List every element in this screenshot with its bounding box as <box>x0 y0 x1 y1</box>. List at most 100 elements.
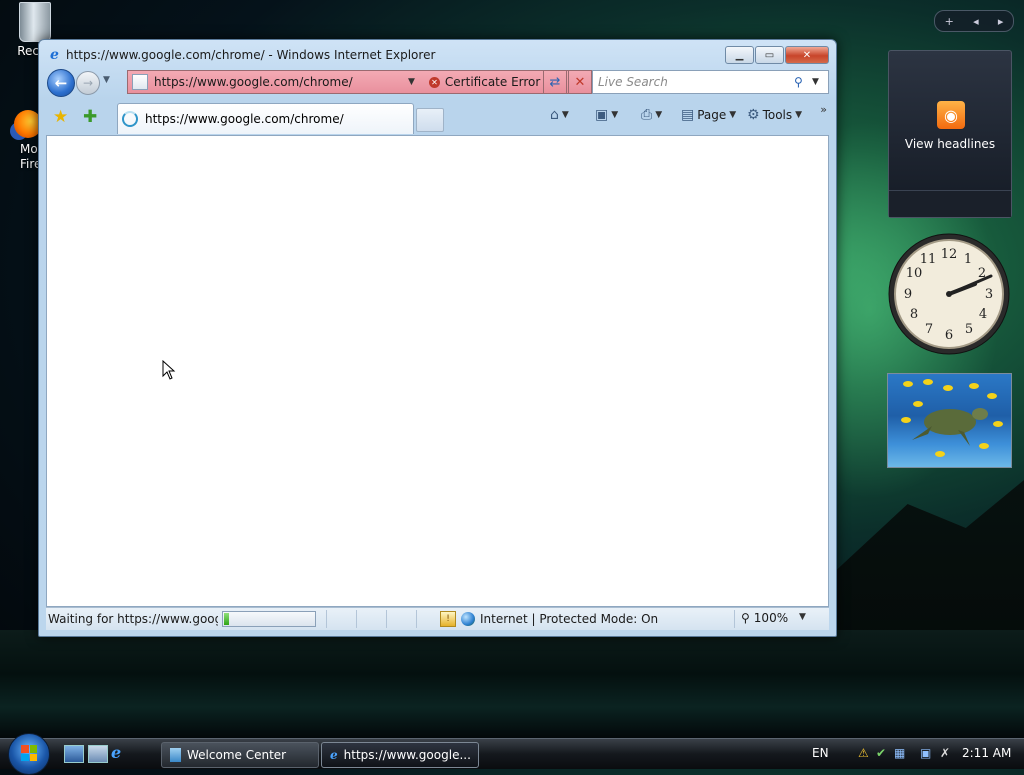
svg-text:11: 11 <box>920 252 937 267</box>
slideshow-gadget[interactable] <box>887 373 1012 468</box>
stop-button[interactable]: ✕ <box>568 70 592 94</box>
ie-window: e https://www.google.com/chrome/ - Windo… <box>38 39 837 637</box>
search-icon[interactable]: ⚲ <box>794 75 812 89</box>
network-tray-icon[interactable]: ▣ <box>920 746 931 760</box>
page-menu-label: Page <box>697 108 727 122</box>
start-button[interactable] <box>8 733 50 775</box>
search-input[interactable]: Live Search <box>593 75 794 89</box>
page-menu-button[interactable]: ▤ Page ▼ <box>681 107 736 123</box>
feed-gadget-footer <box>889 190 1011 217</box>
back-button[interactable]: ← <box>47 69 75 97</box>
address-input[interactable]: https://www.google.com/chrome/ <box>154 75 404 89</box>
new-tab-button[interactable] <box>416 108 444 132</box>
desktop-hills <box>830 480 1024 640</box>
taskbar-internet-explorer[interactable]: e https://www.google... <box>321 742 479 768</box>
tab-title: https://www.google.com/chrome/ <box>145 112 344 126</box>
sidebar-controls: + ◂ ▸ <box>934 10 1014 32</box>
desktop-lake <box>0 630 1024 740</box>
status-divider <box>386 610 387 628</box>
previous-gadget-icon[interactable]: ◂ <box>973 15 979 28</box>
page-menu-icon: ▤ <box>681 107 695 123</box>
protected-mode-shield-icon: ! <box>440 611 456 627</box>
svg-text:6: 6 <box>945 328 953 343</box>
title-bar[interactable]: e https://www.google.com/chrome/ - Windo… <box>47 46 435 64</box>
toolbar-overflow-chevron-icon[interactable]: » <box>820 103 827 116</box>
ie-taskbar-icon: e <box>330 748 338 762</box>
rss-feed-icon: ◉ <box>937 101 965 129</box>
print-dropdown-icon[interactable]: ▼ <box>655 110 662 120</box>
status-text: Waiting for https://www.google <box>48 612 218 626</box>
taskbar: e Welcome Center e https://www.google...… <box>0 733 1024 775</box>
zoom-control[interactable]: ⚲ 100% <box>741 611 788 625</box>
feeds-button[interactable]: ▣ ▼ <box>595 107 618 123</box>
volume-muted-tray-icon[interactable]: ✗ <box>940 746 950 760</box>
minimize-button[interactable]: ▁ <box>725 46 754 64</box>
zoom-magnifier-icon: ⚲ <box>741 611 750 625</box>
address-bar[interactable]: https://www.google.com/chrome/ ▼ ✕ Certi… <box>127 70 582 94</box>
forward-arrow-icon: → <box>82 76 94 90</box>
taskbar-clock[interactable]: 2:11 AM <box>962 746 1011 760</box>
feed-headlines-gadget[interactable]: ◉ View headlines <box>888 50 1012 218</box>
sea-turtle-photo <box>901 379 1003 457</box>
refresh-icon: ⇄ <box>549 74 561 90</box>
feed-icon: ▣ <box>595 107 609 123</box>
taskbar-item-label: https://www.google... <box>343 748 471 762</box>
switch-windows-icon[interactable] <box>88 745 108 763</box>
recycle-bin-icon <box>19 2 51 42</box>
loading-spinner-icon <box>122 111 138 127</box>
progress-fill <box>224 613 229 625</box>
forward-button[interactable]: → <box>76 71 100 95</box>
status-bar: Waiting for https://www.google ! Interne… <box>46 607 829 630</box>
feed-headlines-label: View headlines <box>904 137 996 151</box>
svg-text:5: 5 <box>965 322 973 337</box>
ie-quicklaunch-icon[interactable]: e <box>111 745 129 761</box>
home-button[interactable]: ⌂ ▼ <box>550 107 569 123</box>
tab-row: ★ ✚ https://www.google.com/chrome/ ⌂ ▼ ▣ ▼… <box>47 103 829 134</box>
loading-progress-bar <box>222 611 316 627</box>
language-indicator[interactable]: EN <box>812 746 829 760</box>
search-box[interactable]: Live Search ⚲ ▼ <box>592 70 829 94</box>
search-options-dropdown-icon[interactable]: ▼ <box>812 77 819 87</box>
zoom-dropdown-icon[interactable]: ▼ <box>799 612 806 622</box>
address-dropdown-icon[interactable]: ▼ <box>408 77 415 87</box>
status-divider <box>416 610 417 628</box>
navigation-bar: ← → ▼ https://www.google.com/chrome/ ▼ ✕… <box>47 69 829 97</box>
next-gadget-icon[interactable]: ▸ <box>998 15 1004 28</box>
security-zone[interactable]: ! Internet | Protected Mode: On <box>440 611 658 627</box>
home-icon: ⌂ <box>550 107 559 123</box>
home-dropdown-icon[interactable]: ▼ <box>562 110 569 120</box>
ie-logo-icon: e <box>50 47 59 63</box>
welcome-center-icon <box>170 748 181 762</box>
show-desktop-icon[interactable] <box>64 745 84 763</box>
stop-icon: ✕ <box>574 74 586 90</box>
add-favorites-icon[interactable]: ✚ <box>83 107 97 127</box>
window-title: https://www.google.com/chrome/ - Windows… <box>66 48 436 62</box>
close-button[interactable]: ✕ <box>785 46 829 64</box>
taskbar-welcome-center[interactable]: Welcome Center <box>161 742 319 768</box>
devices-tray-icon[interactable]: ▦ <box>894 746 905 760</box>
add-gadget-icon[interactable]: + <box>945 15 954 28</box>
favorites-star-icon[interactable]: ★ <box>53 107 68 127</box>
windows-logo-icon <box>21 745 37 761</box>
refresh-button[interactable]: ⇄ <box>543 70 567 94</box>
tools-menu-button[interactable]: ⚙ Tools ▼ <box>747 107 802 123</box>
svg-text:7: 7 <box>925 322 933 337</box>
page-content[interactable] <box>46 135 829 607</box>
internet-globe-icon <box>461 612 475 626</box>
certificate-error-button[interactable]: ✕ Certificate Error <box>428 75 541 89</box>
update-tray-icon[interactable]: ✔ <box>876 746 886 760</box>
svg-text:9: 9 <box>904 287 912 302</box>
clock-gadget[interactable]: 12 12 345 678 91011 <box>887 232 1011 356</box>
feeds-dropdown-icon[interactable]: ▼ <box>611 110 618 120</box>
security-alert-tray-icon[interactable]: ⚠ <box>858 746 869 760</box>
tab-current[interactable]: https://www.google.com/chrome/ <box>117 103 414 134</box>
certificate-error-label: Certificate Error <box>444 75 541 89</box>
page-menu-dropdown-icon: ▼ <box>729 110 737 120</box>
recent-pages-dropdown[interactable]: ▼ <box>103 75 110 85</box>
maximize-button[interactable]: ▭ <box>755 46 784 64</box>
svg-text:12: 12 <box>941 247 958 262</box>
svg-text:3: 3 <box>985 287 993 302</box>
window-controls: ▁ ▭ ✕ <box>725 46 829 64</box>
print-button[interactable]: ⎙ ▼ <box>641 107 662 123</box>
certificate-error-icon: ✕ <box>428 76 440 88</box>
